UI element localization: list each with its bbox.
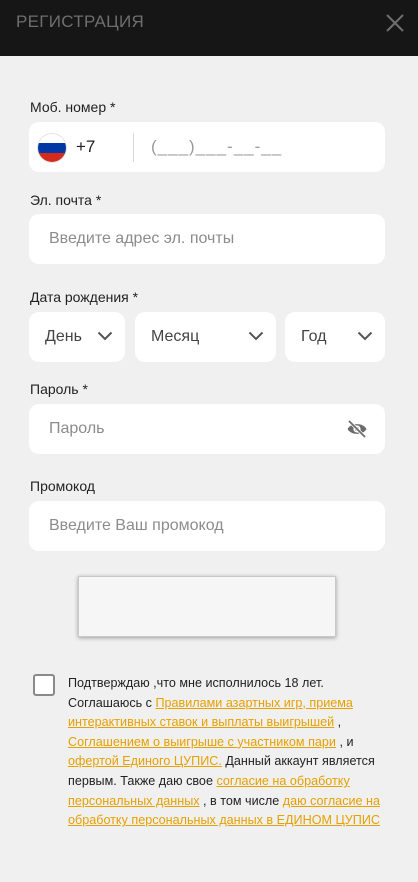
phone-input[interactable]: (___)___-__-__ [151, 137, 282, 157]
day-select-value[interactable]: День [45, 328, 82, 346]
password-placeholder[interactable]: Пароль [49, 420, 105, 438]
consent-text: Подтверждаю ,что мне исполнилось 18 лет.… [68, 674, 388, 831]
year-select[interactable]: Год [285, 312, 385, 362]
phone-field[interactable]: +7 (___)___-__-__ [29, 122, 385, 172]
chevron-down-icon[interactable] [357, 331, 373, 341]
phone-divider [133, 133, 134, 162]
email-label: Эл. почта * [30, 192, 102, 208]
phone-label: Моб. номер * [30, 99, 116, 115]
password-label: Пароль * [30, 381, 88, 397]
russia-flag-icon[interactable] [38, 134, 66, 162]
chevron-down-icon[interactable] [248, 331, 264, 341]
consent-text-5: , в том числе [199, 793, 283, 808]
consent-text-2: , [334, 715, 342, 730]
email-field[interactable]: Введите адрес эл. почты [29, 214, 385, 264]
close-icon[interactable] [380, 8, 410, 38]
consent-checkbox[interactable] [33, 674, 55, 696]
registration-form: Моб. номер * +7 (___)___-__-__ Эл. почта… [0, 56, 418, 882]
promo-label: Промокод [30, 478, 95, 494]
country-code[interactable]: +7 [76, 137, 95, 157]
winnings-agreement-link[interactable]: Соглашением о выигрыше с участником пари [68, 735, 336, 749]
month-select[interactable]: Месяц [135, 312, 276, 362]
captcha-widget[interactable] [78, 576, 336, 637]
consent-text-3: , и [335, 734, 354, 749]
year-select-value[interactable]: Год [301, 328, 326, 346]
promo-placeholder[interactable]: Введите Ваш промокод [49, 517, 224, 535]
header: РЕГИСТРАЦИЯ [0, 0, 418, 56]
birthdate-label: Дата рождения * [30, 289, 139, 305]
promo-field[interactable]: Введите Ваш промокод [29, 501, 385, 551]
eye-off-icon[interactable] [346, 419, 368, 439]
month-select-value[interactable]: Месяц [151, 328, 199, 346]
day-select[interactable]: День [29, 312, 125, 362]
email-placeholder[interactable]: Введите адрес эл. почты [49, 230, 234, 248]
page-title: РЕГИСТРАЦИЯ [16, 12, 145, 31]
cupis-offer-link[interactable]: офертой Единого ЦУПИС. [68, 754, 222, 768]
password-field[interactable]: Пароль [29, 404, 385, 454]
chevron-down-icon[interactable] [97, 331, 113, 341]
